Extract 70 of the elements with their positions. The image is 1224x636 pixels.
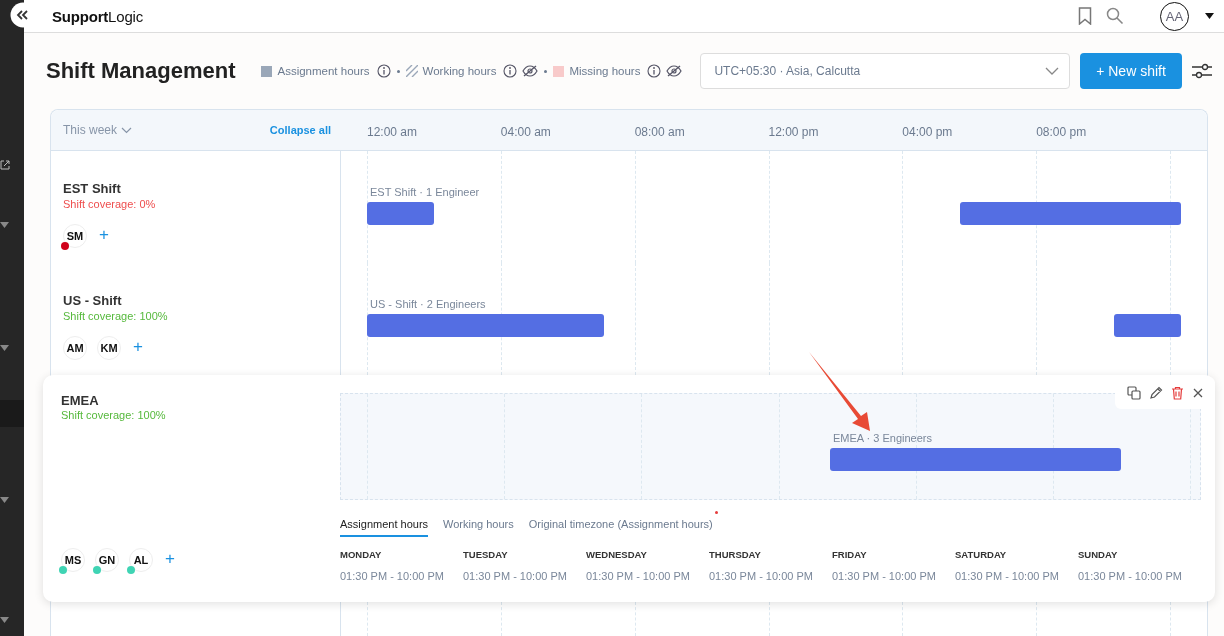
day-name: WEDNESDAY bbox=[586, 549, 648, 560]
day-name: MONDAY bbox=[340, 549, 383, 560]
separator-dot bbox=[544, 69, 548, 73]
hatch-swatch-icon bbox=[405, 65, 418, 77]
member-avatar[interactable]: AL bbox=[129, 548, 153, 572]
shift-name: US - Shift bbox=[63, 293, 123, 308]
pencil-icon[interactable] bbox=[1148, 386, 1163, 400]
separator-dot bbox=[396, 69, 400, 73]
member-avatar[interactable]: AM bbox=[63, 336, 87, 360]
hour-label: 04:00 am bbox=[500, 125, 551, 139]
hour-label: 08:00 pm bbox=[1036, 125, 1087, 139]
collapse-all-link[interactable]: Collapse all bbox=[269, 124, 331, 136]
day-hours: 01:30 PM - 10:00 PM bbox=[1078, 570, 1183, 582]
legend-label: Assignment hours bbox=[277, 65, 370, 77]
add-member-button[interactable]: + bbox=[97, 225, 111, 243]
day-hours: 01:30 PM - 10:00 PM bbox=[340, 570, 445, 582]
filter-settings-icon[interactable] bbox=[1192, 63, 1212, 79]
new-shift-button[interactable]: + New shift bbox=[1080, 53, 1182, 89]
shift-bar-label: EMEA · 3 Engineers bbox=[831, 432, 932, 444]
info-icon[interactable] bbox=[503, 64, 518, 78]
caret-icon[interactable] bbox=[1205, 13, 1214, 19]
hour-label: 04:00 pm bbox=[902, 125, 953, 139]
day-name: FRIDAY bbox=[832, 549, 868, 560]
close-icon[interactable] bbox=[1191, 387, 1204, 399]
tab[interactable]: Original timezone (Assignment hours) bbox=[528, 518, 713, 535]
hour-label: 12:00 pm bbox=[768, 125, 819, 139]
tab[interactable]: Assignment hours bbox=[340, 518, 429, 537]
day-name: THURSDAY bbox=[709, 549, 762, 560]
timezone-select[interactable]: UTC+05:30 · Asia, Calcutta bbox=[700, 53, 1070, 89]
shift-name: EMEA bbox=[61, 393, 100, 408]
trash-icon[interactable] bbox=[1170, 386, 1184, 400]
legend-label: Working hours bbox=[422, 65, 497, 77]
day-hours: 01:30 PM - 10:00 PM bbox=[463, 570, 568, 582]
legend-swatch bbox=[261, 65, 273, 77]
shift-coverage: Shift coverage: 0% bbox=[63, 198, 157, 210]
legend-label: Missing hours bbox=[569, 65, 641, 77]
search-icon[interactable] bbox=[1106, 7, 1124, 25]
member-avatar[interactable]: GN bbox=[95, 548, 119, 572]
hour-label: 08:00 am bbox=[634, 125, 685, 139]
shift-name: EST Shift bbox=[63, 181, 122, 196]
member-avatar[interactable]: KM bbox=[97, 336, 121, 360]
logo[interactable]: SupportLogic bbox=[52, 7, 143, 25]
hour-label: 12:00 am bbox=[367, 125, 418, 139]
info-icon[interactable] bbox=[376, 64, 391, 78]
day-name: TUESDAY bbox=[463, 549, 509, 560]
day-name: SUNDAY bbox=[1078, 549, 1119, 560]
shift-bar-label: EST Shift · 1 Engineer bbox=[369, 186, 480, 198]
day-hours: 01:30 PM - 10:00 PM bbox=[832, 570, 937, 582]
info-icon[interactable] bbox=[647, 64, 662, 78]
eye-slash-icon[interactable] bbox=[666, 65, 683, 77]
add-member-button[interactable]: + bbox=[131, 337, 145, 355]
external-link-icon[interactable] bbox=[0, 160, 10, 170]
day-hours: 01:30 PM - 10:00 PM bbox=[709, 570, 814, 582]
chevron-down-icon[interactable] bbox=[121, 126, 133, 134]
page-title: Shift Management bbox=[46, 58, 236, 84]
day-name: SATURDAY bbox=[955, 549, 1008, 560]
shift-coverage: Shift coverage: 100% bbox=[61, 409, 167, 421]
day-hours: 01:30 PM - 10:00 PM bbox=[586, 570, 691, 582]
member-avatar[interactable]: MS bbox=[61, 548, 85, 572]
shift-coverage: Shift coverage: 100% bbox=[63, 310, 169, 322]
member-avatar[interactable]: SM bbox=[63, 224, 87, 248]
legend-swatch bbox=[553, 65, 565, 77]
add-member-button[interactable]: + bbox=[163, 549, 177, 567]
copy-icon[interactable] bbox=[1126, 386, 1141, 400]
tab[interactable]: Working hours bbox=[443, 518, 514, 535]
day-hours: 01:30 PM - 10:00 PM bbox=[955, 570, 1060, 582]
shift-bar-label: US - Shift · 2 Engineers bbox=[369, 298, 486, 310]
bookmark-icon[interactable] bbox=[1078, 7, 1092, 25]
eye-slash-icon[interactable] bbox=[522, 65, 539, 77]
chevron-down-icon[interactable] bbox=[1045, 67, 1059, 75]
